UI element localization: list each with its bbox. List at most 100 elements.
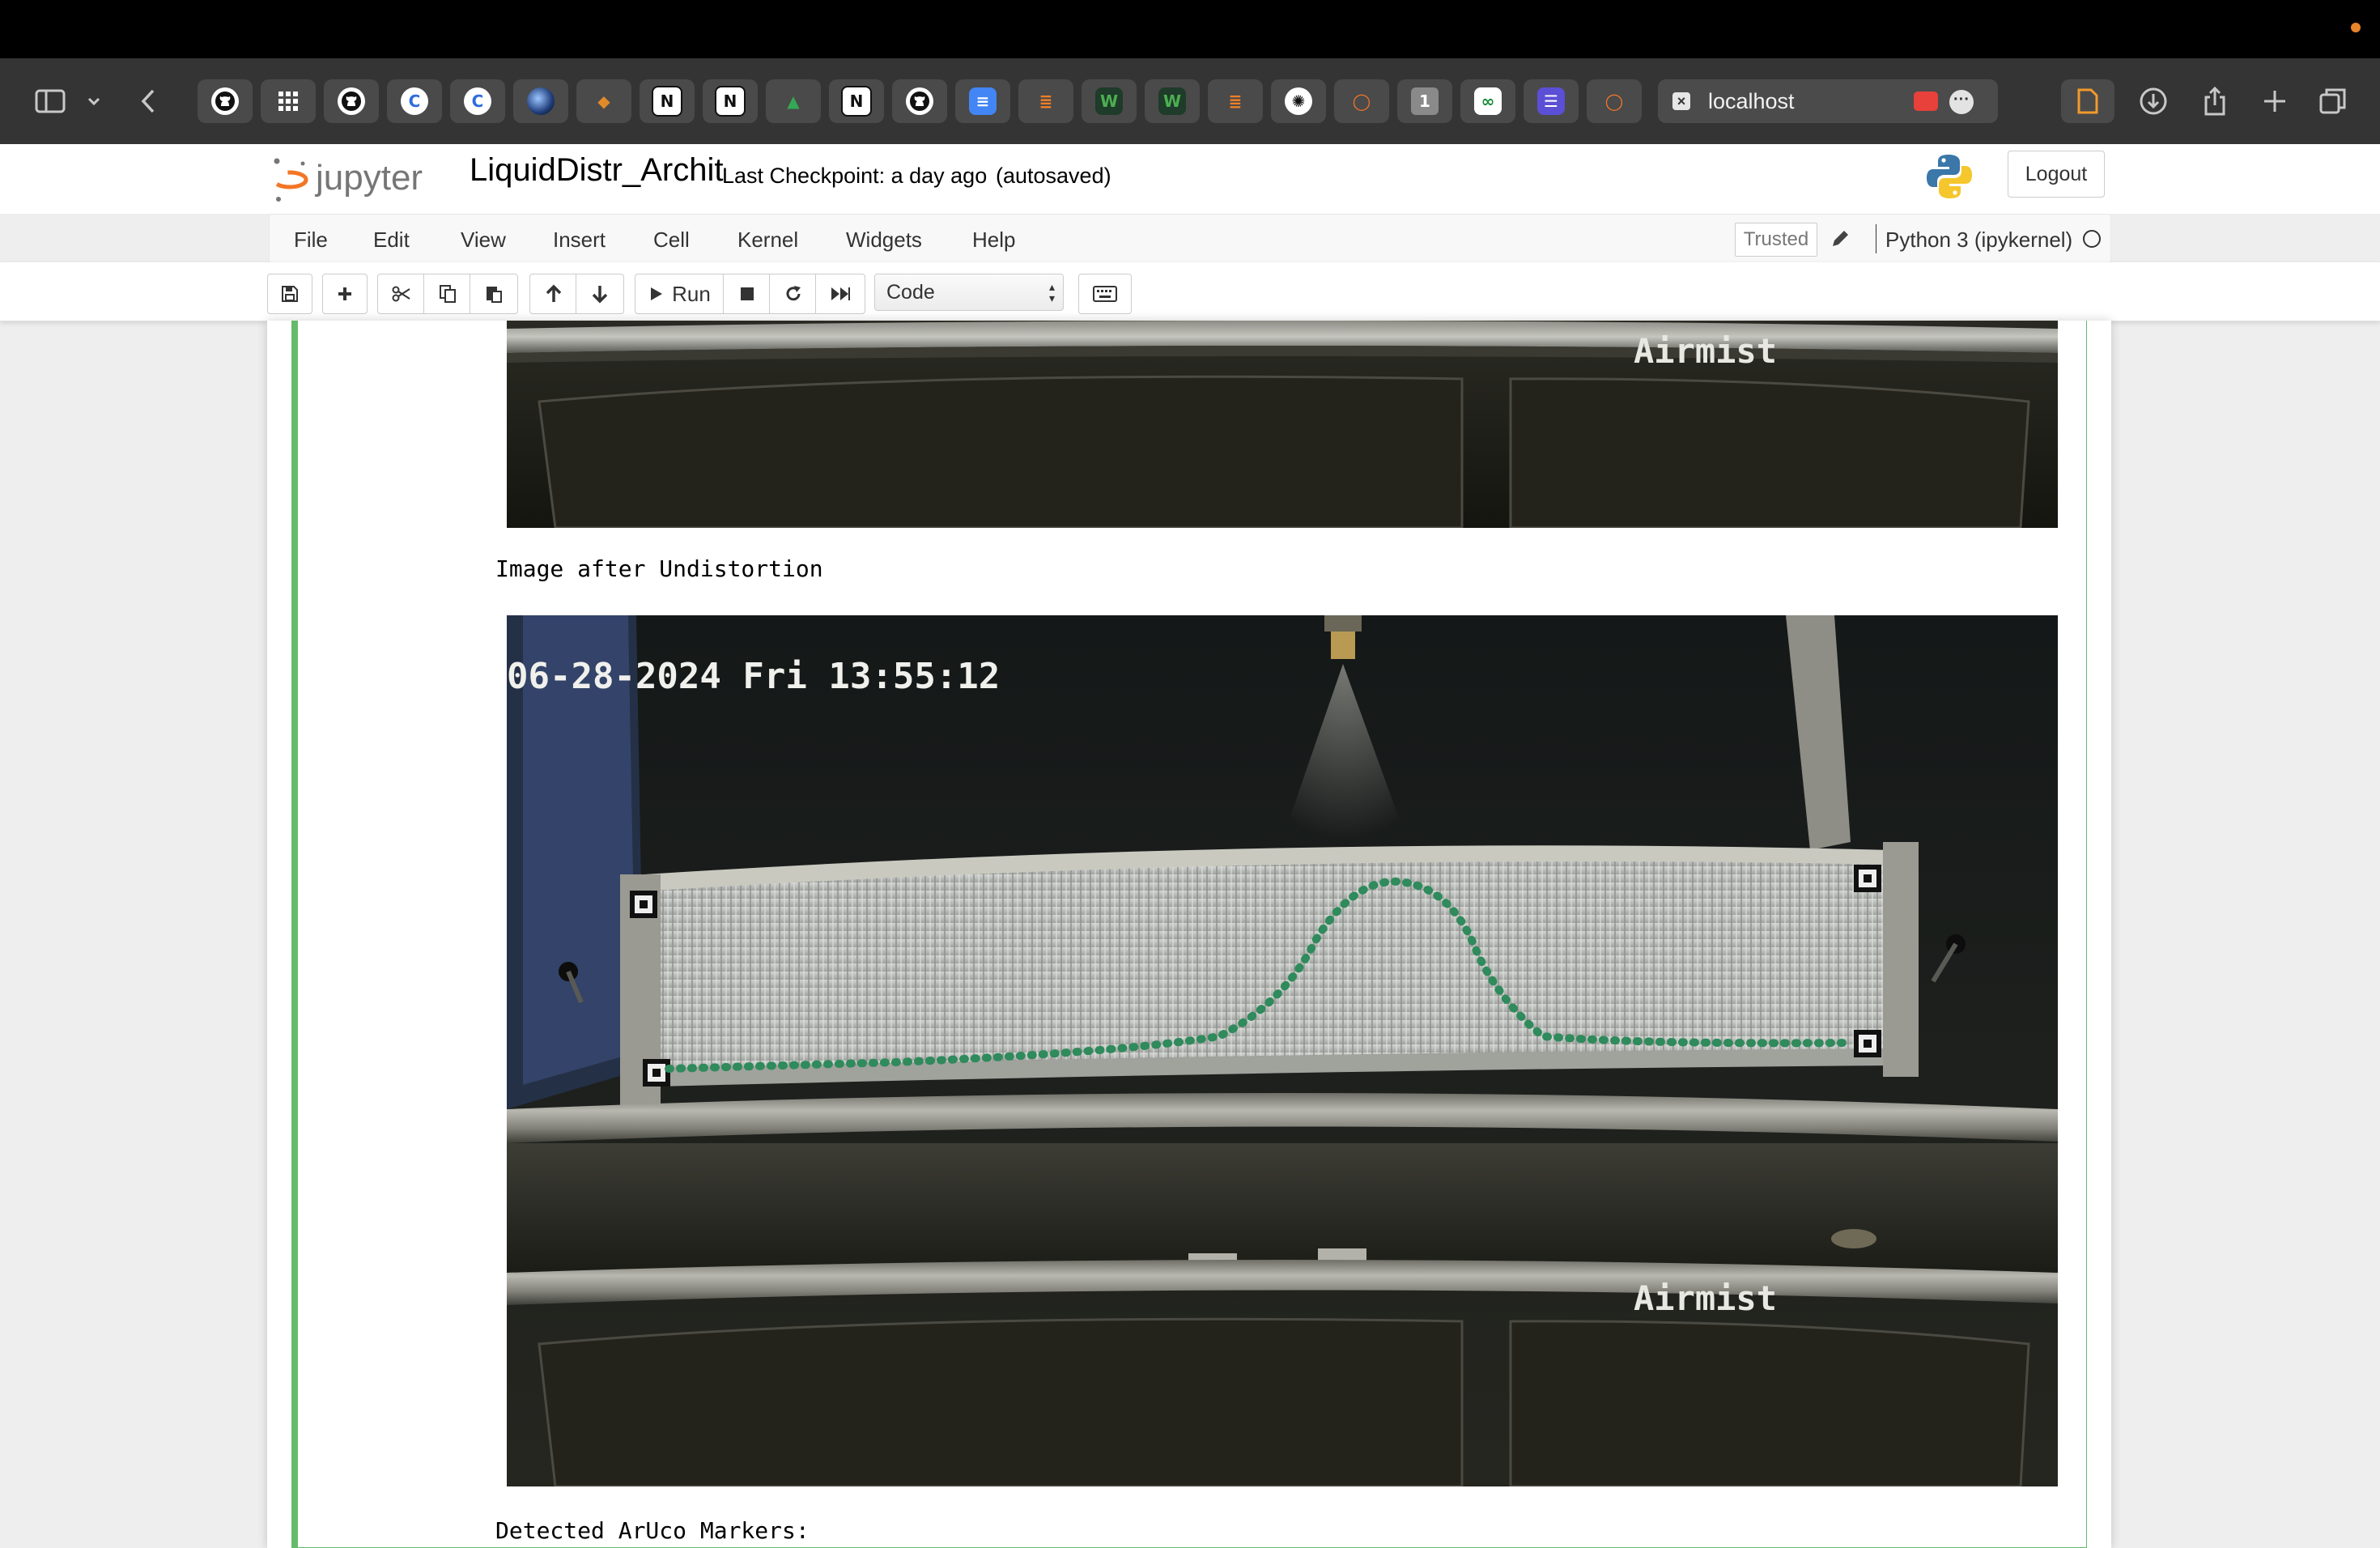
pinned-tab[interactable]	[261, 79, 316, 123]
pinned-tab[interactable]: ☰	[1524, 79, 1579, 123]
menu-help[interactable]: Help	[972, 228, 1015, 253]
scissors-icon	[392, 286, 410, 302]
apps-grid-icon	[274, 87, 302, 115]
system-menu-strip	[0, 0, 2380, 58]
arrow-up-icon	[546, 284, 562, 302]
cell-type-select[interactable]: Code ▴ ▾	[874, 274, 1064, 311]
pinned-tab[interactable]: ∞	[1460, 79, 1515, 123]
menu-edit[interactable]: Edit	[373, 228, 410, 253]
google-drive-icon: ▲	[787, 91, 800, 111]
pinned-tab[interactable]: ≡	[955, 79, 1010, 123]
move-up-button[interactable]	[529, 274, 578, 314]
c-logo-icon: C	[464, 87, 491, 115]
pinned-tab[interactable]: ◆	[576, 79, 631, 123]
notebook-title[interactable]: LiquidDistr_Archit	[470, 154, 723, 186]
pinned-tabs: C C ◆ N N ▲ N ≡ ≣ W W ≣ ✺ ◯ 1 ∞ ☰ ◯	[198, 79, 1642, 123]
jupyter-tab-icon: ◯	[1352, 91, 1371, 111]
notion-icon: N	[841, 86, 872, 117]
python-logo-icon	[1927, 155, 1972, 198]
pinned-tab[interactable]: 1	[1397, 79, 1452, 123]
pinned-tab[interactable]: N	[640, 79, 695, 123]
pinned-tab[interactable]: N	[703, 79, 758, 123]
github-icon	[338, 87, 365, 115]
chevron-down-icon[interactable]	[84, 81, 104, 121]
diamond-icon: ◆	[597, 91, 610, 111]
output-image-distorted: Airmist	[507, 321, 2058, 528]
close-tab-icon[interactable]: ×	[1672, 92, 1690, 110]
status-dot	[2351, 23, 2361, 32]
output-image-undistorted: 06-28-2024 Fri 13:55:12 Airmist	[507, 615, 2058, 1486]
notion-icon: N	[652, 86, 682, 117]
move-down-button[interactable]	[576, 274, 624, 314]
c-logo-icon: C	[401, 87, 428, 115]
restart-icon	[786, 286, 801, 301]
pinned-tab[interactable]: ◯	[1587, 79, 1642, 123]
back-arrow-icon[interactable]	[136, 81, 160, 121]
pinned-tab[interactable]: W	[1082, 79, 1137, 123]
github-icon	[906, 87, 933, 115]
menu-file[interactable]: File	[294, 228, 328, 253]
restart-run-all-button[interactable]	[815, 274, 865, 314]
copy-icon	[440, 285, 456, 303]
download-icon[interactable]	[2137, 81, 2170, 121]
interrupt-kernel-button[interactable]	[723, 274, 771, 314]
run-button[interactable]: Run	[635, 274, 725, 314]
new-tab-icon[interactable]	[2259, 81, 2291, 121]
pinned-tab[interactable]: ▲	[766, 79, 821, 123]
share-icon[interactable]	[2199, 81, 2231, 121]
pinned-tab[interactable]: ◯	[1334, 79, 1389, 123]
notebook-toolbar: Run Code ▴ ▾	[0, 262, 2380, 321]
menu-view[interactable]: View	[461, 228, 506, 253]
plus-icon	[338, 287, 351, 300]
address-bar[interactable]: × localhost ···	[1658, 79, 1998, 123]
copy-cell-button[interactable]	[423, 274, 472, 314]
pinned-tab[interactable]: N	[829, 79, 884, 123]
pinned-tab[interactable]: ✺	[1271, 79, 1326, 123]
notes-icon[interactable]	[2061, 79, 2114, 123]
run-label: Run	[672, 281, 711, 306]
google-docs-icon: ≡	[969, 87, 997, 115]
address-text[interactable]: localhost	[1708, 89, 1795, 114]
sidebar-toggle-icon[interactable]	[32, 81, 68, 121]
pinned-tab[interactable]: C	[387, 79, 442, 123]
cut-cell-button[interactable]	[377, 274, 426, 314]
pinned-tab[interactable]	[513, 79, 568, 123]
record-icon[interactable]	[1914, 91, 1938, 111]
orb-icon	[527, 87, 555, 115]
more-options-icon[interactable]: ···	[1949, 90, 1974, 114]
notebook-container: Airmist Image after Undistortion 06-28-2…	[267, 321, 2111, 1548]
stackoverflow-icon: ≣	[1039, 91, 1053, 111]
pinned-tab[interactable]: ≣	[1208, 79, 1263, 123]
jupyter-logo[interactable]: jupyter	[269, 154, 455, 206]
tab-overview-icon[interactable]	[2317, 81, 2349, 121]
number-one-icon: 1	[1411, 87, 1439, 115]
pinned-tab[interactable]: C	[450, 79, 505, 123]
menu-kernel[interactable]: Kernel	[737, 228, 798, 253]
trusted-badge[interactable]: Trusted	[1735, 223, 1817, 257]
jupyter-header: jupyter LiquidDistr_Archit Last Checkpoi…	[0, 144, 2380, 214]
pinned-tab[interactable]	[198, 79, 253, 123]
notion-icon: N	[715, 86, 746, 117]
overleaf-icon: ∞	[1474, 87, 1502, 115]
notebook-menubar: File Edit View Insert Cell Kernel Widget…	[269, 214, 2111, 264]
paste-cell-button[interactable]	[470, 274, 518, 314]
pinned-tab[interactable]: ≣	[1018, 79, 1073, 123]
menu-insert[interactable]: Insert	[553, 228, 606, 253]
save-button[interactable]	[267, 274, 312, 314]
select-arrows-icon: ▴ ▾	[1048, 280, 1055, 304]
pinned-tab[interactable]	[892, 79, 947, 123]
pinned-tab[interactable]	[324, 79, 379, 123]
logout-button[interactable]: Logout	[2008, 151, 2105, 198]
insert-cell-button[interactable]	[322, 274, 368, 314]
arrow-down-icon	[592, 286, 608, 304]
fast-forward-icon	[831, 287, 850, 300]
kernel-idle-indicator-icon	[2083, 230, 2101, 248]
menu-cell[interactable]: Cell	[653, 228, 690, 253]
kernel-name[interactable]: Python 3 (ipykernel)	[1885, 228, 2072, 253]
pinned-tab[interactable]: W	[1145, 79, 1200, 123]
menu-widgets[interactable]: Widgets	[846, 228, 922, 253]
w-logo-icon: W	[1158, 87, 1186, 115]
edit-pencil-icon[interactable]	[1829, 228, 1851, 250]
command-palette-button[interactable]	[1078, 274, 1132, 314]
restart-kernel-button[interactable]	[769, 274, 818, 314]
